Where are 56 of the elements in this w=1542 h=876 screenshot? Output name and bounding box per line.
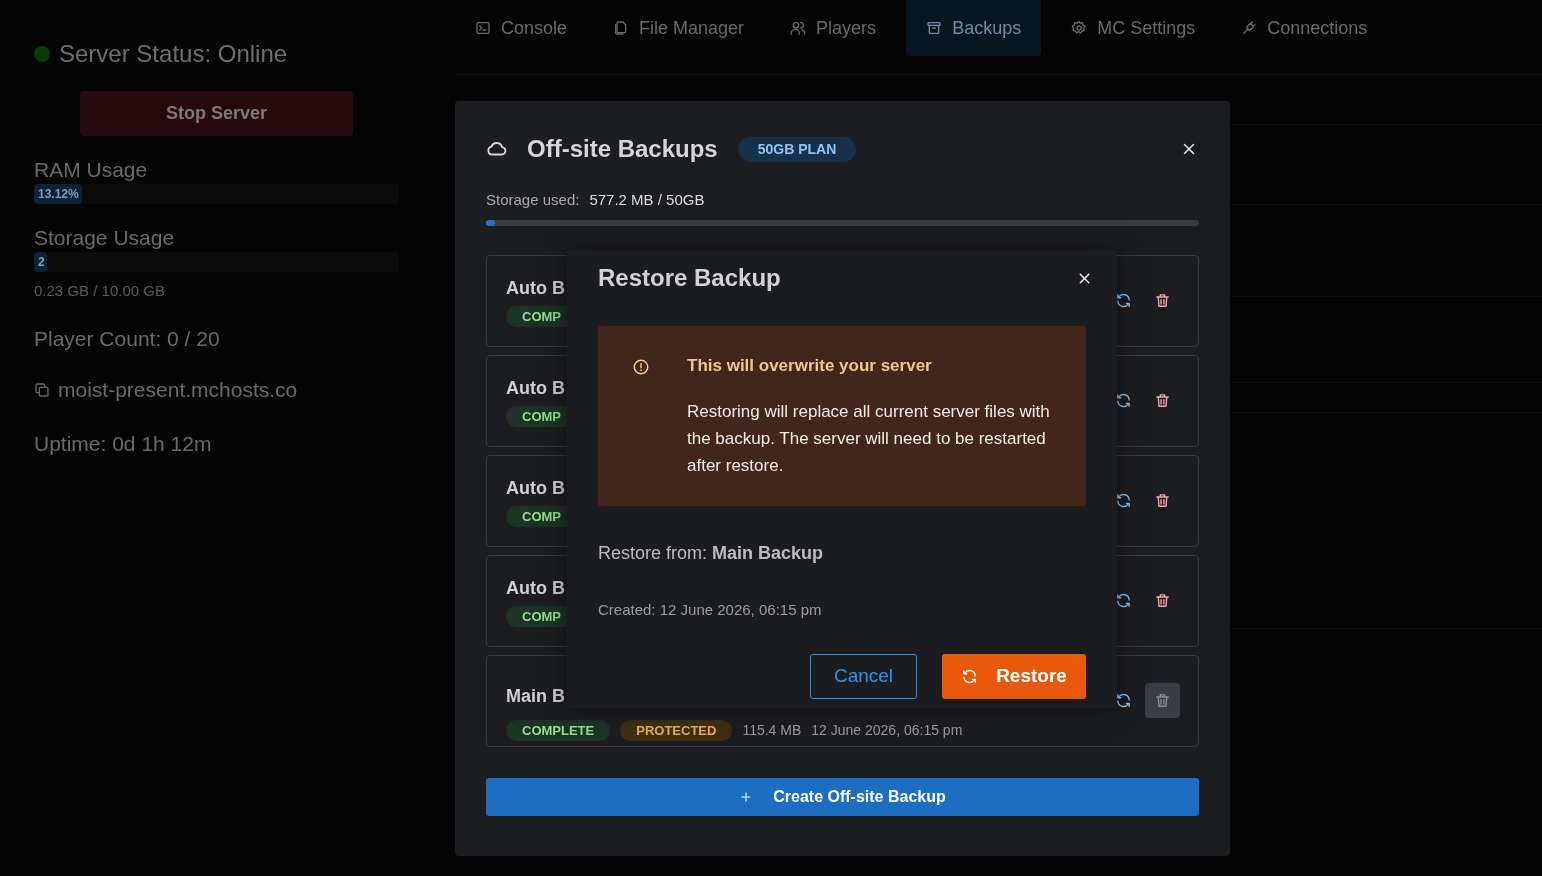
- tab[interactable]: MC Settings: [1055, 0, 1212, 56]
- alert-icon: [632, 358, 650, 376]
- status-badge: COMPLETE: [506, 719, 611, 741]
- server-status: Server Status: Online: [59, 39, 288, 69]
- trash-icon: [1154, 292, 1171, 309]
- modal-title: Off-site Backups: [527, 134, 718, 164]
- stop-server-button[interactable]: Stop Server: [80, 91, 353, 136]
- meter-fill: 2: [34, 252, 47, 272]
- created-date: Created: 12 June 2026, 06:15 pm: [598, 600, 823, 620]
- refresh-icon: [1114, 692, 1132, 709]
- trash-icon: [1154, 492, 1171, 509]
- storage-label: Storage used:: [486, 190, 580, 210]
- refresh-icon: [961, 667, 979, 685]
- tab[interactable]: Connections: [1225, 0, 1384, 56]
- restore-source: Restore from: Main Backup: [598, 542, 825, 565]
- users-icon: [790, 20, 807, 36]
- uptime-text: Uptime: 0d 1h 12m: [34, 430, 213, 457]
- restore-button[interactable]: Restore: [942, 653, 1086, 699]
- copy-icon: [34, 381, 50, 398]
- backup-date: 12 June 2026, 06:15 pm: [811, 720, 963, 740]
- backup-size: 115.4 MB: [742, 720, 802, 740]
- archive-icon: [926, 20, 943, 36]
- plan-badge: 50GB PLAN: [737, 136, 857, 162]
- backup-name: Auto B: [506, 576, 565, 600]
- storage-detail: 0.23 GB / 10.00 GB: [34, 281, 166, 301]
- cancel-button[interactable]: Cancel: [810, 653, 917, 699]
- create-backup-button[interactable]: Create Off-site Backup: [486, 777, 1199, 816]
- refresh-icon: [1114, 592, 1132, 609]
- refresh-icon: [1114, 492, 1132, 509]
- backup-name: Auto B: [506, 476, 565, 500]
- terminal-icon: [475, 20, 491, 36]
- meter-label: Storage Usage: [34, 225, 176, 251]
- backup-name: Auto B: [506, 376, 565, 400]
- tab[interactable]: Console: [459, 0, 584, 56]
- plug-icon: [1241, 20, 1258, 36]
- meter-label: RAM Usage: [34, 157, 149, 183]
- player-count: Player Count: 0 / 20: [34, 325, 221, 352]
- refresh-icon: [1114, 292, 1132, 309]
- backup-name: Main B: [506, 684, 565, 708]
- tab[interactable]: Players: [774, 0, 893, 56]
- storage-value: 577.2 MB / 50GB: [589, 190, 705, 210]
- protected-badge: PROTECTED: [620, 719, 733, 741]
- tab[interactable]: Backups: [906, 0, 1042, 56]
- trash-icon: [1154, 392, 1171, 409]
- meter-fill: 13.12%: [34, 184, 82, 204]
- trash-icon: [1154, 692, 1171, 709]
- plus-icon: [739, 789, 754, 804]
- dialog-title: Restore Backup: [598, 263, 781, 293]
- server-address: moist-present.mchosts.co: [58, 377, 298, 403]
- backup-name: Auto B: [506, 276, 565, 300]
- tab[interactable]: File Manager: [597, 0, 761, 56]
- trash-icon: [1154, 592, 1171, 609]
- settings-icon: [1071, 20, 1088, 36]
- warning-title: This will overwrite your server: [687, 355, 933, 377]
- refresh-icon: [1114, 392, 1132, 409]
- warning-text: Restoring will replace all current server files with the backup. The server will need to be restarted after restore.: [687, 401, 1051, 477]
